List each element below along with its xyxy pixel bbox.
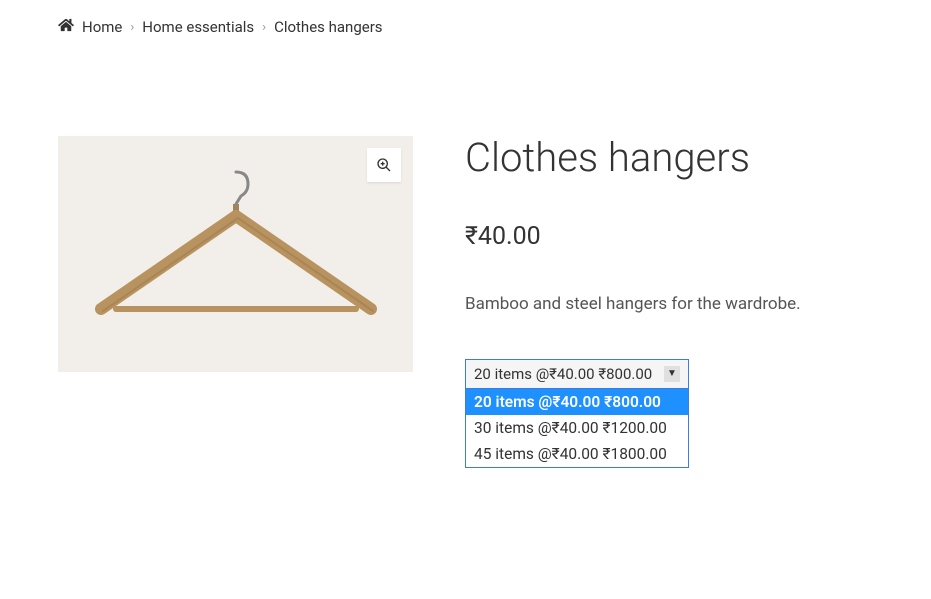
breadcrumb-separator: › (130, 20, 134, 35)
dropdown-option-1[interactable]: 30 items @₹40.00 ₹1200.00 (466, 415, 688, 441)
product-image[interactable] (58, 136, 413, 372)
breadcrumb-category[interactable]: Home essentials (142, 18, 254, 36)
breadcrumb-current: Clothes hangers (274, 18, 382, 36)
breadcrumb-home[interactable] (58, 18, 74, 36)
product-container: Clothes hangers ₹40.00 Bamboo and steel … (58, 136, 873, 457)
breadcrumb-home-text[interactable]: Home (82, 18, 122, 36)
breadcrumb-separator: › (262, 20, 266, 35)
product-description: Bamboo and steel hangers for the wardrob… (465, 293, 873, 317)
product-price: ₹40.00 (465, 222, 873, 251)
dropdown-selected[interactable]: 20 items @₹40.00 ₹800.00 ▼ (465, 359, 689, 389)
quantity-dropdown[interactable]: 20 items @₹40.00 ₹800.00 ▼ 20 items @₹40… (465, 359, 689, 389)
home-icon (58, 18, 74, 32)
chevron-down-icon: ▼ (664, 366, 680, 382)
zoom-button[interactable] (367, 148, 401, 182)
dropdown-option-2[interactable]: 45 items @₹40.00 ₹1800.00 (466, 441, 688, 467)
dropdown-selected-text: 20 items @₹40.00 ₹800.00 (474, 365, 652, 383)
hanger-illustration (76, 154, 396, 354)
product-title: Clothes hangers (465, 136, 873, 180)
breadcrumb: Home › Home essentials › Clothes hangers (58, 18, 873, 36)
product-details: Clothes hangers ₹40.00 Bamboo and steel … (465, 136, 873, 457)
dropdown-list: 20 items @₹40.00 ₹800.00 30 items @₹40.0… (465, 389, 689, 468)
dropdown-option-0[interactable]: 20 items @₹40.00 ₹800.00 (466, 389, 688, 415)
zoom-icon (376, 157, 392, 173)
